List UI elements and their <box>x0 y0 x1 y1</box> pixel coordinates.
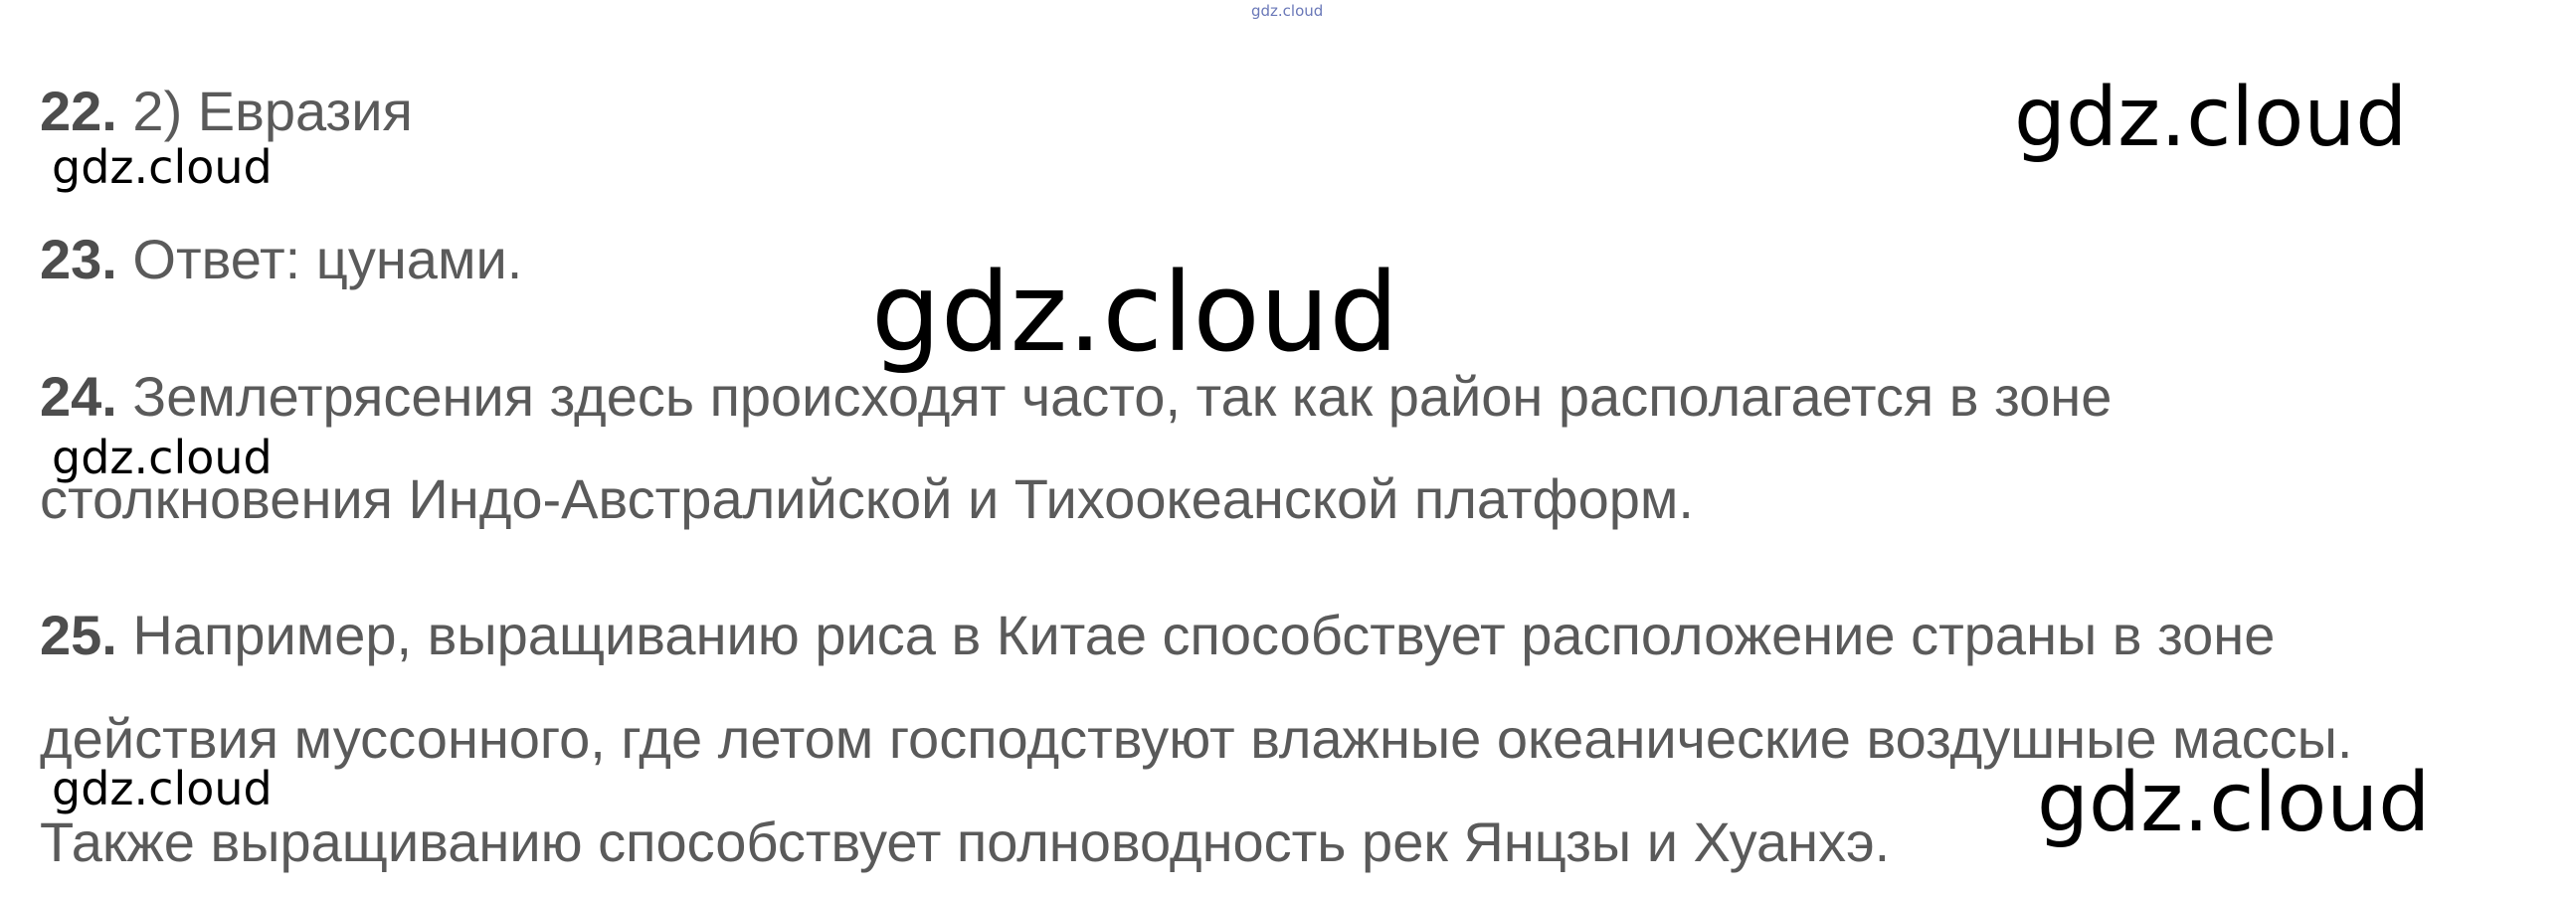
watermark-large-center: gdz.cloud <box>871 249 1399 376</box>
answer-number-25: 25. <box>40 604 117 666</box>
watermark-medium-bottom-right: gdz.cloud <box>2037 756 2431 850</box>
answer-number-22: 22. <box>40 80 117 142</box>
answer-25-line-2: действия муссонного, где летом господств… <box>40 707 2353 770</box>
answer-24-line-2: столкновения Индо-Австралийской и Тихоок… <box>40 467 1694 530</box>
answer-number-23: 23. <box>40 228 117 290</box>
answer-25-text-line-1: Например, выращиванию риса в Китае спосо… <box>116 604 2276 666</box>
answer-22-text: 2) Евразия <box>116 80 413 142</box>
watermark-small-3: gdz.cloud <box>52 762 273 815</box>
answer-22-line-1: 22. 2) Евразия <box>40 84 413 139</box>
answer-number-24: 24. <box>40 365 117 428</box>
header-watermark: gdz.cloud <box>1251 2 1324 20</box>
answer-23-text: Ответ: цунами. <box>116 228 523 290</box>
answer-24-line-1: 24. Землетрясения здесь происходят часто… <box>40 369 2112 425</box>
answer-25-line-1: 25. Например, выращиванию риса в Китае с… <box>40 608 2275 663</box>
watermark-small-2: gdz.cloud <box>52 431 273 484</box>
watermark-small-1: gdz.cloud <box>52 140 273 194</box>
answer-25-line-3: Также выращиванию способствует полноводн… <box>40 810 1891 873</box>
answer-23-line-1: 23. Ответ: цунами. <box>40 232 522 287</box>
watermark-medium-top-right: gdz.cloud <box>2014 71 2408 165</box>
